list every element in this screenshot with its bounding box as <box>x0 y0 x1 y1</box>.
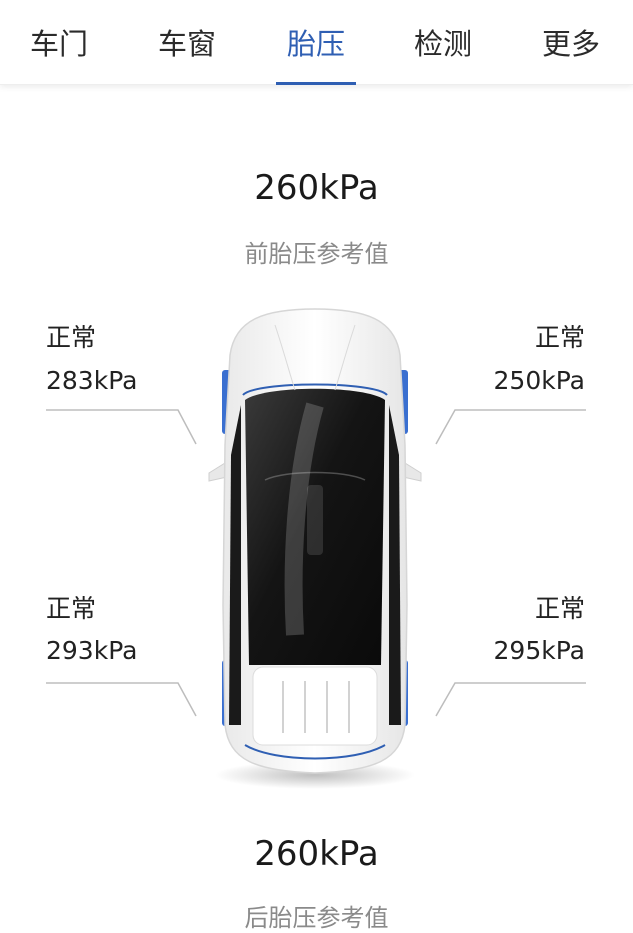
rear-right-leader-line <box>435 682 586 717</box>
front-left-leader-line <box>46 409 197 445</box>
rear-reference-label: 后胎压参考值 <box>244 904 389 932</box>
rear-left-leader-line <box>46 682 197 717</box>
front-right-leader-line <box>435 409 586 445</box>
car-top-view-illustration <box>208 308 422 789</box>
car-rear-hatch <box>252 666 378 746</box>
rear-reference-value: 260kPa <box>254 834 379 874</box>
